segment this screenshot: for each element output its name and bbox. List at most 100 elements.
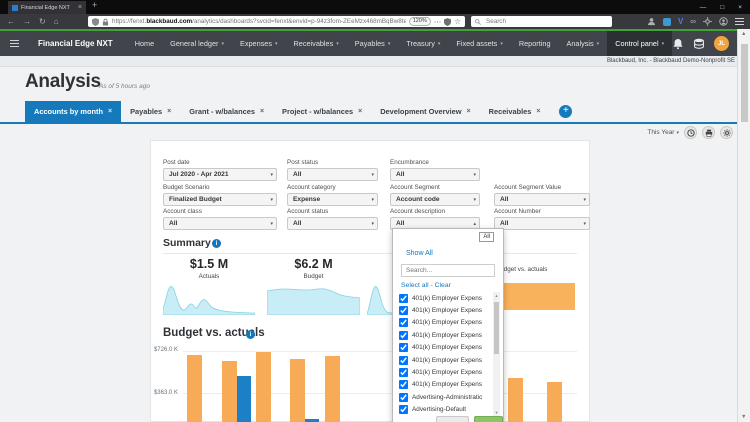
link-infinity-icon[interactable]: ∞	[690, 17, 696, 26]
nav-item-home[interactable]: Home	[127, 31, 162, 56]
option-checkbox[interactable]	[398, 343, 409, 353]
budget-bar[interactable]	[256, 352, 271, 422]
add-tab-button[interactable]: +	[559, 105, 573, 118]
gear-icon[interactable]	[703, 17, 712, 26]
menu-icon[interactable]	[735, 16, 744, 27]
tab-close-icon[interactable]: ×	[108, 108, 112, 115]
budget-bar[interactable]	[547, 382, 562, 422]
profile-icon[interactable]	[647, 17, 656, 26]
dropdown-option-401-k-employer-expense-finan[interactable]: 401(k) Employer Expense-Finan	[397, 342, 482, 354]
bookmark-star-icon[interactable]: ☆	[454, 18, 461, 26]
info-icon[interactable]: i	[246, 330, 255, 339]
app-menu-icon[interactable]	[10, 38, 19, 49]
dropdown-search-input[interactable]	[401, 264, 495, 277]
dropdown-option-401-k-employer-expense-missi[interactable]: 401(k) Employer Expense-Missi	[397, 354, 482, 366]
show-all-link[interactable]: Show All	[406, 250, 433, 257]
dropdown-option-401-k-employer-expense-defau[interactable]: 401(k) Employer Expense-Defau	[397, 317, 482, 329]
option-checkbox[interactable]	[398, 318, 409, 328]
window-close-button[interactable]: ×	[738, 4, 742, 11]
tab-close-icon[interactable]: ×	[260, 108, 264, 115]
dropdown-apply-button[interactable]	[474, 416, 503, 422]
tab-project-w-balances[interactable]: Project - w/balances ×	[273, 101, 371, 122]
selected-value-chip[interactable]: All	[479, 232, 494, 242]
filter-select-budget-scenario[interactable]: Finalized Budget ▾	[163, 193, 277, 206]
filter-select-account-category[interactable]: Expense ▾	[287, 193, 378, 206]
filter-select-post-status[interactable]: All ▾	[287, 168, 378, 181]
page-scrollbar[interactable]: ▲ ▼	[737, 29, 750, 422]
budget-bar[interactable]	[222, 361, 237, 422]
scrollbar-up-icon[interactable]: ▲	[741, 31, 746, 37]
tab-close-icon[interactable]: ×	[467, 108, 471, 115]
container-tab-icon[interactable]	[662, 17, 671, 26]
forward-icon[interactable]: →	[23, 17, 31, 26]
filter-select-account-class[interactable]: All ▾	[163, 217, 277, 230]
nav-item-reporting[interactable]: Reporting	[511, 31, 559, 56]
tab-receivables[interactable]: Receivables ×	[480, 101, 550, 122]
settings-gear-button[interactable]	[720, 126, 733, 139]
app-brand[interactable]: Financial Edge NXT	[38, 39, 113, 48]
back-icon[interactable]: ←	[7, 17, 15, 26]
option-checkbox[interactable]	[398, 392, 409, 402]
dropdown-option-401-k-employer-expense-admi[interactable]: 401(k) Employer Expense-Admi	[397, 292, 482, 304]
dropdown-option-401-k-employer-expense-buildi[interactable]: 401(k) Employer Expense-Buildi	[397, 304, 482, 316]
budget-bar[interactable]	[187, 355, 202, 422]
account-circle-icon[interactable]	[719, 17, 728, 26]
filter-select-account-segment-value[interactable]: All ▾	[494, 193, 590, 206]
zoom-level-badge[interactable]: 120%	[408, 17, 431, 26]
url-bar[interactable]: https://fenxt.blackbaud.com/analytics/da…	[88, 16, 465, 27]
scroll-thumb[interactable]	[494, 302, 499, 354]
tab-close-icon[interactable]: ×	[536, 108, 540, 115]
pocket-shield-icon[interactable]	[444, 17, 452, 26]
scrollbar-thumb[interactable]	[740, 44, 748, 122]
option-checkbox[interactable]	[398, 405, 409, 415]
tab-payables[interactable]: Payables ×	[121, 101, 180, 122]
filter-select-post-date[interactable]: Jul 2020 - Apr 2021 ▾	[163, 168, 277, 181]
window-minimize-button[interactable]: —	[700, 4, 707, 11]
info-icon[interactable]: i	[212, 239, 221, 248]
page-actions-icon[interactable]: ⋯	[434, 18, 442, 26]
period-selector[interactable]: This Year ▾	[647, 129, 679, 136]
filter-select-account-status[interactable]: All ▾	[287, 217, 378, 230]
dropdown-cancel-button[interactable]	[436, 416, 469, 422]
new-tab-button[interactable]: +	[92, 0, 97, 10]
nav-item-fixed-assets[interactable]: Fixed assets ▾	[448, 31, 510, 56]
filter-select-encumbrance[interactable]: All ▾	[390, 168, 480, 181]
window-maximize-button[interactable]: □	[720, 4, 724, 11]
select-all-link[interactable]: Select all	[401, 282, 429, 289]
tab-grant-w-balances[interactable]: Grant - w/balances ×	[180, 101, 273, 122]
nav-item-control-panel[interactable]: Control panel ▾	[607, 31, 673, 56]
dropdown-option-advertising-default[interactable]: Advertising-Default	[397, 404, 482, 416]
tab-development-overview[interactable]: Development Overview ×	[371, 101, 479, 122]
dropdown-option-401-k-employer-expense-techn[interactable]: 401(k) Employer Expense-Techn	[397, 379, 482, 391]
tab-close-icon[interactable]: ×	[167, 108, 171, 115]
option-checkbox[interactable]	[398, 306, 409, 316]
tab-close-icon[interactable]: ×	[78, 4, 82, 11]
reload-icon[interactable]: ↻	[39, 17, 46, 26]
nav-item-general-ledger[interactable]: General ledger ▾	[162, 31, 232, 56]
dropdown-option-advertising-administration[interactable]: Advertising-Administration	[397, 391, 482, 403]
home-icon[interactable]: ⌂	[54, 17, 59, 26]
budget-bar[interactable]	[508, 378, 523, 422]
print-button[interactable]	[702, 126, 715, 139]
option-checkbox[interactable]	[398, 355, 409, 365]
tab-close-icon[interactable]: ×	[358, 108, 362, 115]
nav-item-expenses[interactable]: Expenses ▾	[232, 31, 286, 56]
nav-item-analysis[interactable]: Analysis ▾	[559, 31, 608, 56]
tab-accounts-by-month[interactable]: Accounts by month ×	[25, 101, 122, 122]
scroll-up-icon[interactable]: ▴	[495, 292, 497, 300]
option-checkbox[interactable]	[398, 380, 409, 390]
dropdown-scrollbar[interactable]: ▴ ▾	[493, 292, 500, 417]
browser-tab[interactable]: Financial Edge NXT ×	[8, 1, 86, 14]
notifications-bell-icon[interactable]	[672, 38, 684, 50]
budget-bar[interactable]	[325, 356, 340, 422]
nav-item-payables[interactable]: Payables ▾	[347, 31, 399, 56]
option-checkbox[interactable]	[398, 293, 409, 303]
shield-icon[interactable]	[92, 17, 99, 26]
option-checkbox[interactable]	[398, 367, 409, 378]
dropdown-option-401-k-employer-expense-devel[interactable]: 401(k) Employer Expense-Devel	[397, 329, 482, 341]
clear-link[interactable]: Clear	[435, 282, 451, 289]
url-text[interactable]: https://fenxt.blackbaud.com/analytics/da…	[112, 18, 406, 25]
option-checkbox[interactable]	[398, 330, 409, 340]
search-input[interactable]	[484, 17, 608, 26]
refresh-time-button[interactable]	[684, 126, 697, 139]
